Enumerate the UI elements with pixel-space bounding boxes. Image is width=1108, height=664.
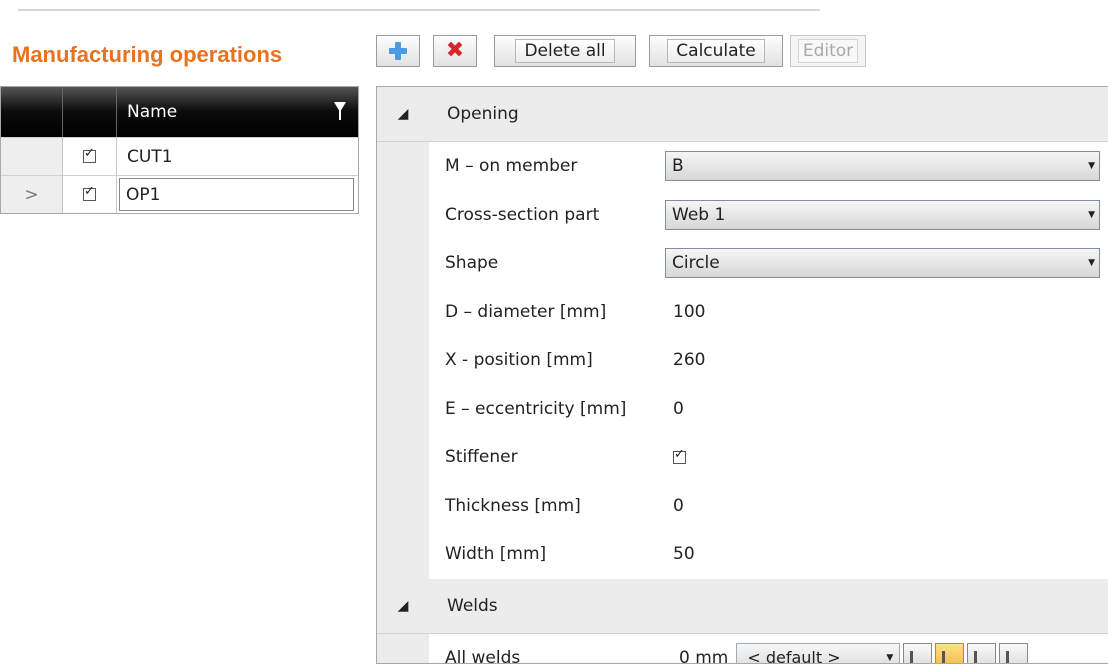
row-indicator <box>1 138 63 175</box>
category-title: Welds <box>447 595 498 616</box>
category-welds[interactable]: ◢ Welds <box>377 578 1108 634</box>
property-row-diameter: D – diameter [mm] 100 <box>377 287 1108 336</box>
butt-weld-icon <box>1005 650 1022 663</box>
weld-double-fillet-button[interactable] <box>935 642 965 663</box>
thickness-label: Thickness [mm] <box>445 495 581 516</box>
position-field[interactable]: 260 <box>649 350 1108 370</box>
delete-button[interactable]: ✖ <box>433 35 477 67</box>
row-checkbox[interactable] <box>83 184 96 201</box>
red-x-icon: ✖ <box>445 38 465 63</box>
weld-right-fillet-button[interactable] <box>967 642 997 663</box>
row-name[interactable]: CUT1 <box>117 138 358 175</box>
delete-all-label: Delete all <box>515 39 615 63</box>
section-title: Manufacturing operations <box>12 42 283 67</box>
weld-type-value: < default > <box>747 648 841 664</box>
eccentricity-label: E – eccentricity [mm] <box>445 398 627 419</box>
current-row-indicator: > <box>1 176 63 213</box>
fillet-weld-icon <box>909 650 926 663</box>
position-label: X - position [mm] <box>445 350 593 371</box>
property-row-thickness: Thickness [mm] 0 <box>377 481 1108 530</box>
checkbox-header <box>63 87 117 137</box>
property-row-width: Width [mm] 50 <box>377 530 1108 579</box>
dropdown-arrow-icon: ▼ <box>1088 209 1095 220</box>
row-checkbox-cell <box>63 176 117 213</box>
cs-part-label: Cross-section part <box>445 204 600 225</box>
filter-icon[interactable] <box>334 102 346 120</box>
table-row[interactable]: CUT1 <box>1 137 358 175</box>
table-header: Name <box>1 87 358 137</box>
category-title: Opening <box>447 104 519 124</box>
property-row-eccentricity: E – eccentricity [mm] 0 <box>377 384 1108 433</box>
diameter-label: D – diameter [mm] <box>445 301 607 322</box>
dropdown-arrow-icon: ▼ <box>1088 161 1095 172</box>
all-welds-label: All welds <box>445 647 521 664</box>
member-dropdown[interactable]: B ▼ <box>665 151 1100 182</box>
shape-value: Circle <box>672 253 720 274</box>
row-name[interactable]: OP1 <box>119 178 354 211</box>
category-opening[interactable]: ◢ Opening <box>377 87 1108 142</box>
cs-part-dropdown[interactable]: Web 1 ▼ <box>665 199 1100 230</box>
table-row[interactable]: > OP1 <box>1 175 358 213</box>
row-checkbox[interactable] <box>83 146 96 163</box>
operations-table: Name CUT1 > OP1 <box>0 86 359 214</box>
width-field[interactable]: 50 <box>649 544 1108 564</box>
name-column-header[interactable]: Name <box>117 87 358 137</box>
collapse-triangle-icon[interactable]: ◢ <box>377 106 429 122</box>
editor-button[interactable]: Editor <box>790 35 866 67</box>
calculate-button[interactable]: Calculate <box>649 35 783 67</box>
weld-size-field[interactable]: 0 mm <box>679 648 728 663</box>
stiffener-checkbox[interactable] <box>673 447 686 464</box>
row-indicator-header <box>1 87 63 137</box>
row-checkbox-cell <box>63 138 117 175</box>
name-header-label: Name <box>127 102 178 122</box>
property-row-member: M – on member B ▼ <box>377 142 1108 191</box>
plus-icon <box>389 42 407 60</box>
member-value: B <box>672 156 684 177</box>
shape-dropdown[interactable]: Circle ▼ <box>665 248 1100 279</box>
dropdown-arrow-icon: ▼ <box>1088 258 1095 269</box>
weld-left-fillet-button[interactable] <box>903 642 933 663</box>
editor-label: Editor <box>797 39 859 63</box>
collapse-triangle-icon[interactable]: ◢ <box>377 598 429 614</box>
add-button[interactable] <box>376 35 420 67</box>
calculate-label: Calculate <box>667 39 765 63</box>
double-fillet-weld-icon <box>941 650 958 663</box>
thickness-field[interactable]: 0 <box>649 496 1108 516</box>
weld-butt-button[interactable] <box>999 642 1029 663</box>
property-grid: ◢ Opening M – on member B ▼ Cross-sectio… <box>376 86 1108 664</box>
eccentricity-field[interactable]: 0 <box>649 399 1108 419</box>
fillet-weld-icon <box>973 650 990 663</box>
property-row-position: X - position [mm] 260 <box>377 336 1108 385</box>
weld-type-dropdown[interactable]: < default > ▼ <box>736 642 901 664</box>
delete-all-button[interactable]: Delete all <box>494 35 636 67</box>
property-row-cs-part: Cross-section part Web 1 ▼ <box>377 190 1108 239</box>
diameter-field[interactable]: 100 <box>649 302 1108 322</box>
member-label: M – on member <box>445 156 578 177</box>
property-row-all-welds: All welds 0 mm < default > ▼ <box>377 633 1108 664</box>
stiffener-label: Stiffener <box>445 447 518 468</box>
width-label: Width [mm] <box>445 544 547 565</box>
property-row-stiffener: Stiffener <box>377 433 1108 482</box>
dropdown-arrow-icon: ▼ <box>886 652 894 663</box>
property-row-shape: Shape Circle ▼ <box>377 239 1108 288</box>
cs-part-value: Web 1 <box>672 204 726 225</box>
shape-label: Shape <box>445 253 499 274</box>
top-divider <box>18 9 820 11</box>
